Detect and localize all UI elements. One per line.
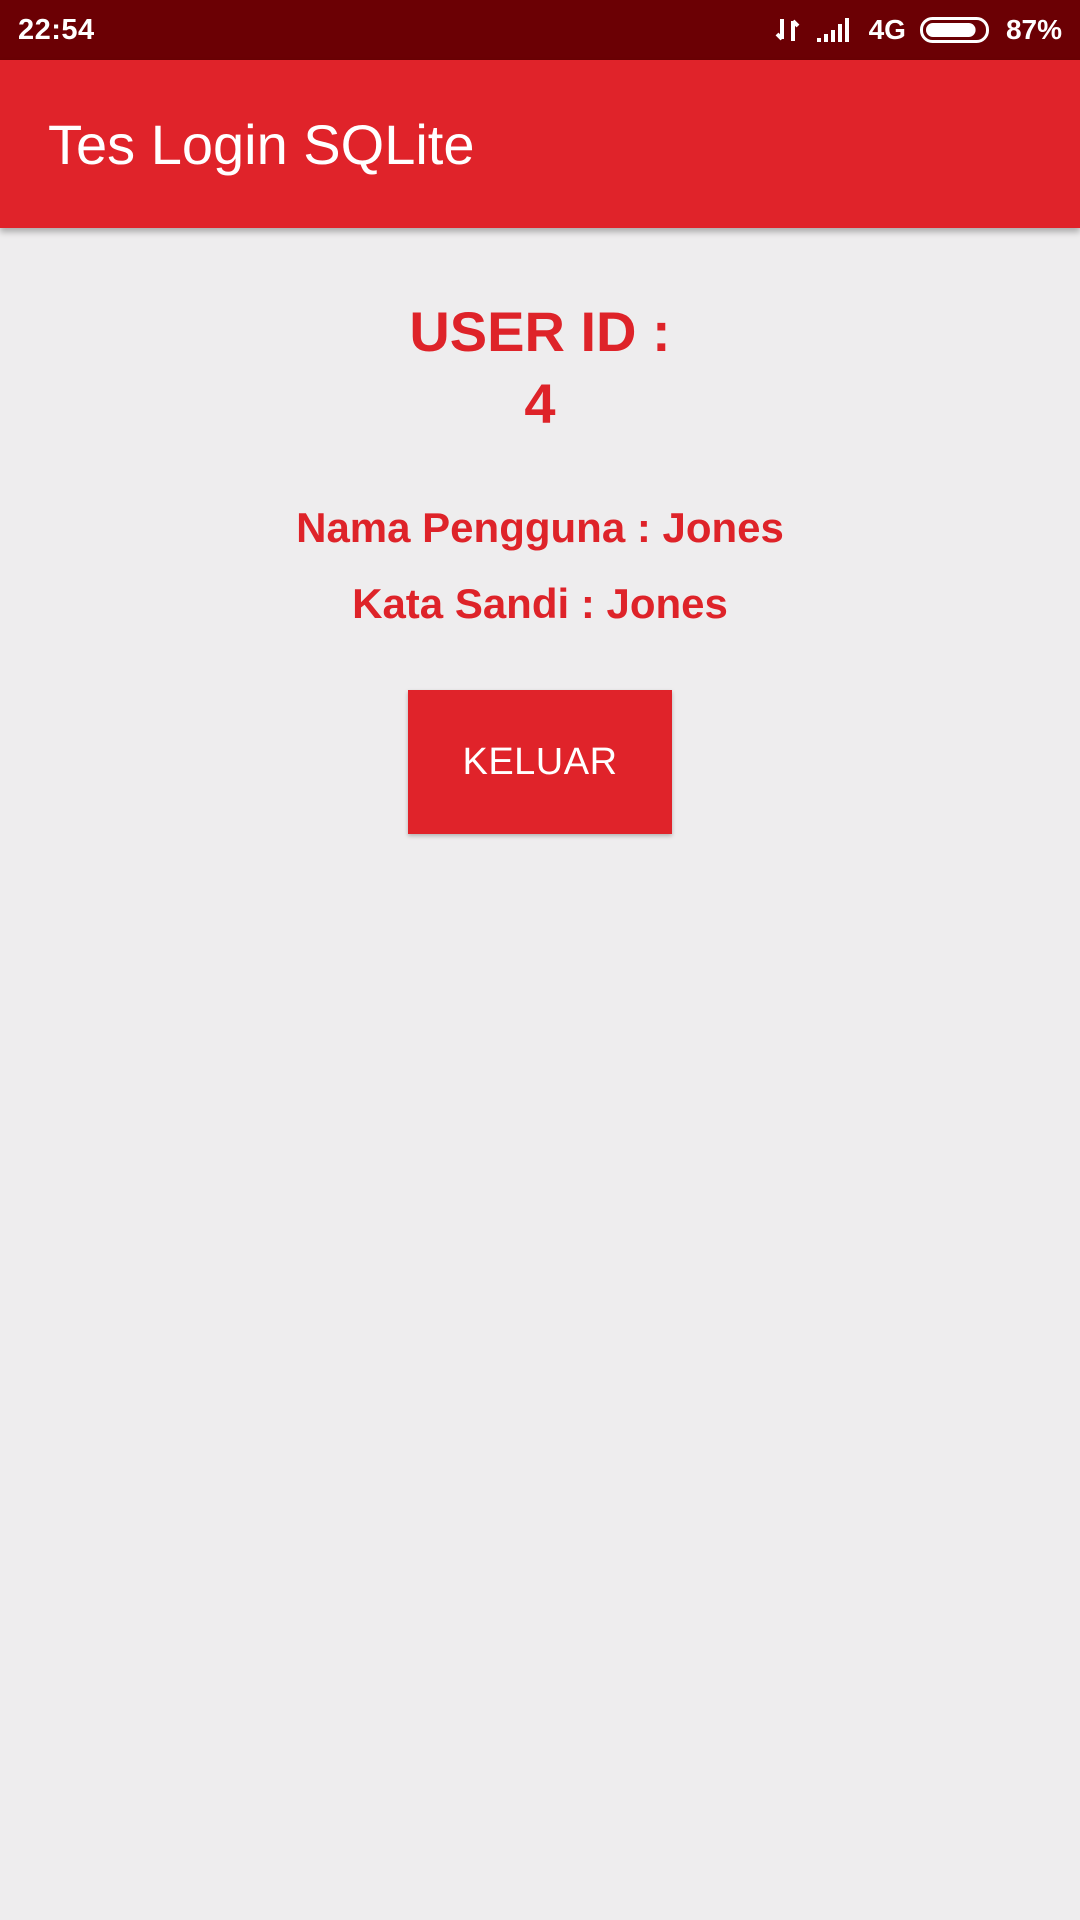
network-type: 4G [868,14,906,45]
signal-icon [816,16,855,44]
battery-icon [919,16,992,44]
status-indicators: 4G 87% [773,14,1062,46]
app-bar: Tes Login SQLite [0,60,1080,228]
data-transfer-icon [773,15,803,45]
user-id-label: USER ID : [409,300,671,363]
logout-button[interactable]: KELUAR [408,690,672,834]
battery-percent: 87% [1005,14,1062,45]
profile-content: USER ID : 4 Nama Pengguna : Jones Kata S… [0,228,1080,834]
user-id-value: 4 [524,372,556,435]
app-title: Tes Login SQLite [48,112,475,176]
status-bar: 22:54 4G 87% [0,0,1080,60]
status-time: 22:54 [18,13,95,46]
username-text: Nama Pengguna : Jones [296,504,784,551]
password-text: Kata Sandi : Jones [352,580,728,627]
